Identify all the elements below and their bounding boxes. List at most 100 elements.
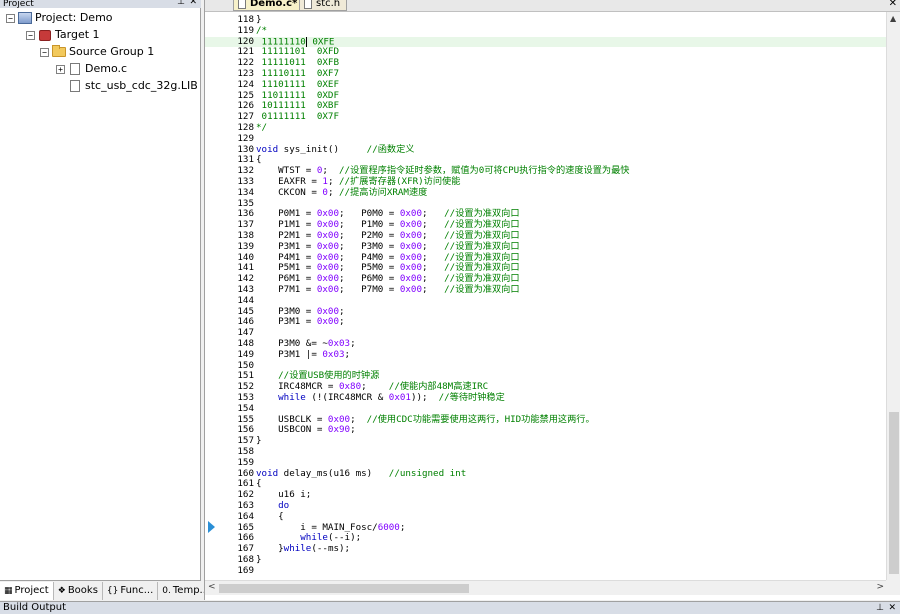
code-token: //等待时钟稳定 bbox=[438, 392, 505, 403]
project-icon bbox=[18, 12, 32, 25]
pin-icon[interactable]: ⊥ bbox=[876, 602, 884, 614]
code-token: ; bbox=[422, 219, 445, 231]
code-token: 0x00 bbox=[316, 251, 339, 263]
project-tab-books[interactable]: ❖ Books bbox=[54, 581, 103, 600]
code-token: ; bbox=[422, 273, 445, 285]
code-line[interactable]: 118} bbox=[205, 14, 887, 26]
code-text: void sys_init() //函数定义 bbox=[256, 143, 414, 156]
file-icon bbox=[68, 63, 82, 76]
line-number: 149 bbox=[237, 348, 254, 360]
code-line[interactable]: 157} bbox=[205, 435, 887, 447]
code-line[interactable]: 156 USBCON = 0x90; bbox=[205, 424, 887, 436]
scroll-up-icon[interactable]: ▲ bbox=[890, 14, 896, 23]
code-line[interactable]: 163 do bbox=[205, 500, 887, 512]
code-line[interactable]: 119/* bbox=[205, 24, 887, 37]
horizontal-scrollbar[interactable]: < > bbox=[205, 580, 887, 595]
code-token: } bbox=[256, 554, 262, 565]
horizontal-scroll-thumb[interactable] bbox=[219, 584, 469, 593]
collapse-icon[interactable]: − bbox=[26, 30, 35, 40]
code-token: 11011111 0XDF bbox=[256, 89, 339, 101]
tree-item-label: Project: Demo bbox=[35, 11, 113, 24]
code-token: /* bbox=[256, 24, 268, 36]
code-area[interactable]: 118} 119/* 120 11111110 0XFE 121 11111101 0… bbox=[205, 12, 887, 577]
project-tab-func[interactable]: {} Func... bbox=[103, 581, 159, 600]
code-token: P6M1 = bbox=[256, 273, 317, 285]
scroll-right-icon[interactable]: > bbox=[876, 582, 884, 592]
collapse-icon[interactable]: − bbox=[6, 13, 15, 23]
code-text: USBCON = 0x90; bbox=[256, 424, 355, 436]
code-line[interactable]: 146 P3M1 = 0x00; bbox=[205, 316, 887, 328]
code-token: ; bbox=[327, 186, 340, 198]
code-line[interactable]: 149 P3M1 |= 0x03; bbox=[205, 348, 887, 361]
code-token: } bbox=[256, 543, 284, 555]
code-token: ; P2M0 = bbox=[339, 230, 400, 241]
file-icon bbox=[238, 0, 246, 9]
code-line[interactable]: 160 void delay_ms(u16 ms) //unsigned int bbox=[205, 467, 887, 480]
code-token: (!(IRC48MCR & bbox=[305, 392, 389, 403]
pin-icon[interactable]: ⊥ bbox=[177, 0, 185, 7]
tree-item[interactable]: − Target 1 bbox=[26, 27, 100, 43]
close-icon[interactable]: ✕ bbox=[189, 0, 197, 7]
file-icon bbox=[68, 80, 82, 93]
code-token: ; bbox=[361, 381, 389, 393]
code-line[interactable]: 168} bbox=[205, 554, 887, 566]
code-token: //设置USB使用的时钟源 bbox=[278, 370, 380, 382]
project-tab-label: Books bbox=[67, 584, 98, 596]
vertical-scrollbar[interactable]: ▲ bbox=[886, 12, 900, 580]
code-token: 0x00 bbox=[316, 273, 339, 285]
code-token: 0x00 bbox=[399, 262, 422, 274]
tree-item[interactable]: stc_usb_cdc_32g.LIB bbox=[68, 78, 198, 94]
expand-icon[interactable]: + bbox=[56, 64, 65, 74]
project-panel-tabs: ▦ Project ❖ Books{} Func... 0. Temp... bbox=[0, 580, 215, 600]
code-token: 0x80 bbox=[338, 381, 362, 393]
editor-tab-stch[interactable]: stc.h bbox=[299, 0, 348, 11]
tree-item-label: Source Group 1 bbox=[69, 45, 155, 58]
code-line[interactable]: 153 while (!(IRC48MCR & 0x01)); //等待时钟稳定 bbox=[205, 392, 887, 404]
code-token: 0x00 bbox=[316, 240, 339, 252]
ide-window: Project ⊥ ✕ − Project: Demo − Target 1− Sour… bbox=[0, 0, 900, 614]
editor-tab-label: stc.h bbox=[316, 0, 341, 9]
file-icon-shape bbox=[70, 80, 80, 92]
close-icon[interactable]: ✕ bbox=[888, 602, 896, 614]
code-line[interactable]: 127 01111111 0X7F bbox=[205, 111, 887, 123]
vertical-scroll-thumb[interactable] bbox=[889, 412, 899, 574]
collapse-icon[interactable]: − bbox=[40, 47, 49, 57]
editor-tab-democ[interactable]: Demo.c* bbox=[233, 0, 305, 11]
code-token: 6000 bbox=[377, 521, 400, 533]
code-line[interactable]: 134 CKCON = 0; //提高访问XRAM速度 bbox=[205, 186, 887, 199]
code-token: //提高访问XRAM速度 bbox=[339, 186, 428, 198]
code-token: USBCON = bbox=[256, 424, 328, 436]
code-text: void delay_ms(u16 ms) //unsigned int bbox=[256, 467, 466, 480]
code-token: P3M0 &= ~ bbox=[256, 338, 328, 349]
tree-item[interactable]: − Source Group 1 bbox=[40, 44, 154, 60]
scroll-left-icon[interactable]: < bbox=[208, 582, 216, 592]
code-line[interactable]: 128 */ bbox=[205, 122, 887, 134]
code-editor[interactable]: ✕ Demo.c* stc.h 118} 119/* 120 11111110 0XF… bbox=[204, 0, 900, 600]
code-line[interactable]: 162 u16 i; bbox=[205, 489, 887, 501]
code-token: void bbox=[256, 143, 279, 155]
code-token: while bbox=[300, 532, 328, 544]
code-line[interactable]: 143 P7M1 = 0x00; P7M0 = 0x00; //设置为准双向口 bbox=[205, 284, 887, 296]
project-tab-label: Project bbox=[14, 584, 49, 596]
project-panel: Project ⊥ ✕ − Project: Demo − Target 1− Sour… bbox=[0, 0, 215, 600]
code-token: ; P5M0 = bbox=[339, 262, 400, 274]
code-line[interactable]: 158 bbox=[205, 446, 887, 458]
code-token: //设置为准双向口 bbox=[444, 251, 520, 263]
close-tab-icon[interactable]: ✕ bbox=[889, 0, 897, 9]
code-token: delay_ms(u16 ms) bbox=[278, 467, 389, 479]
code-line[interactable]: 169 bbox=[205, 565, 887, 577]
code-token: //设置程序指令延时参数，赋值为0可将CPU执行指令的速度设置为最快 bbox=[339, 165, 630, 177]
build-output-bar[interactable]: Build Output ⊥ ✕ bbox=[0, 601, 900, 614]
code-token: 0x03 bbox=[322, 348, 345, 360]
project-tab-project[interactable]: ▦ Project bbox=[0, 581, 54, 600]
tree-item[interactable]: − Project: Demo bbox=[6, 10, 113, 26]
code-line[interactable]: 130 void sys_init() //函数定义 bbox=[205, 143, 887, 156]
code-token: 0x00 bbox=[316, 208, 339, 220]
code-token: { bbox=[256, 154, 262, 166]
tree-item[interactable]: + Demo.c bbox=[56, 61, 127, 77]
code-token: 0x00 bbox=[316, 219, 339, 231]
code-token: 0x00 bbox=[399, 208, 422, 220]
code-line[interactable]: 167 }while(--ms); bbox=[205, 543, 887, 555]
code-token: ; bbox=[339, 316, 345, 328]
